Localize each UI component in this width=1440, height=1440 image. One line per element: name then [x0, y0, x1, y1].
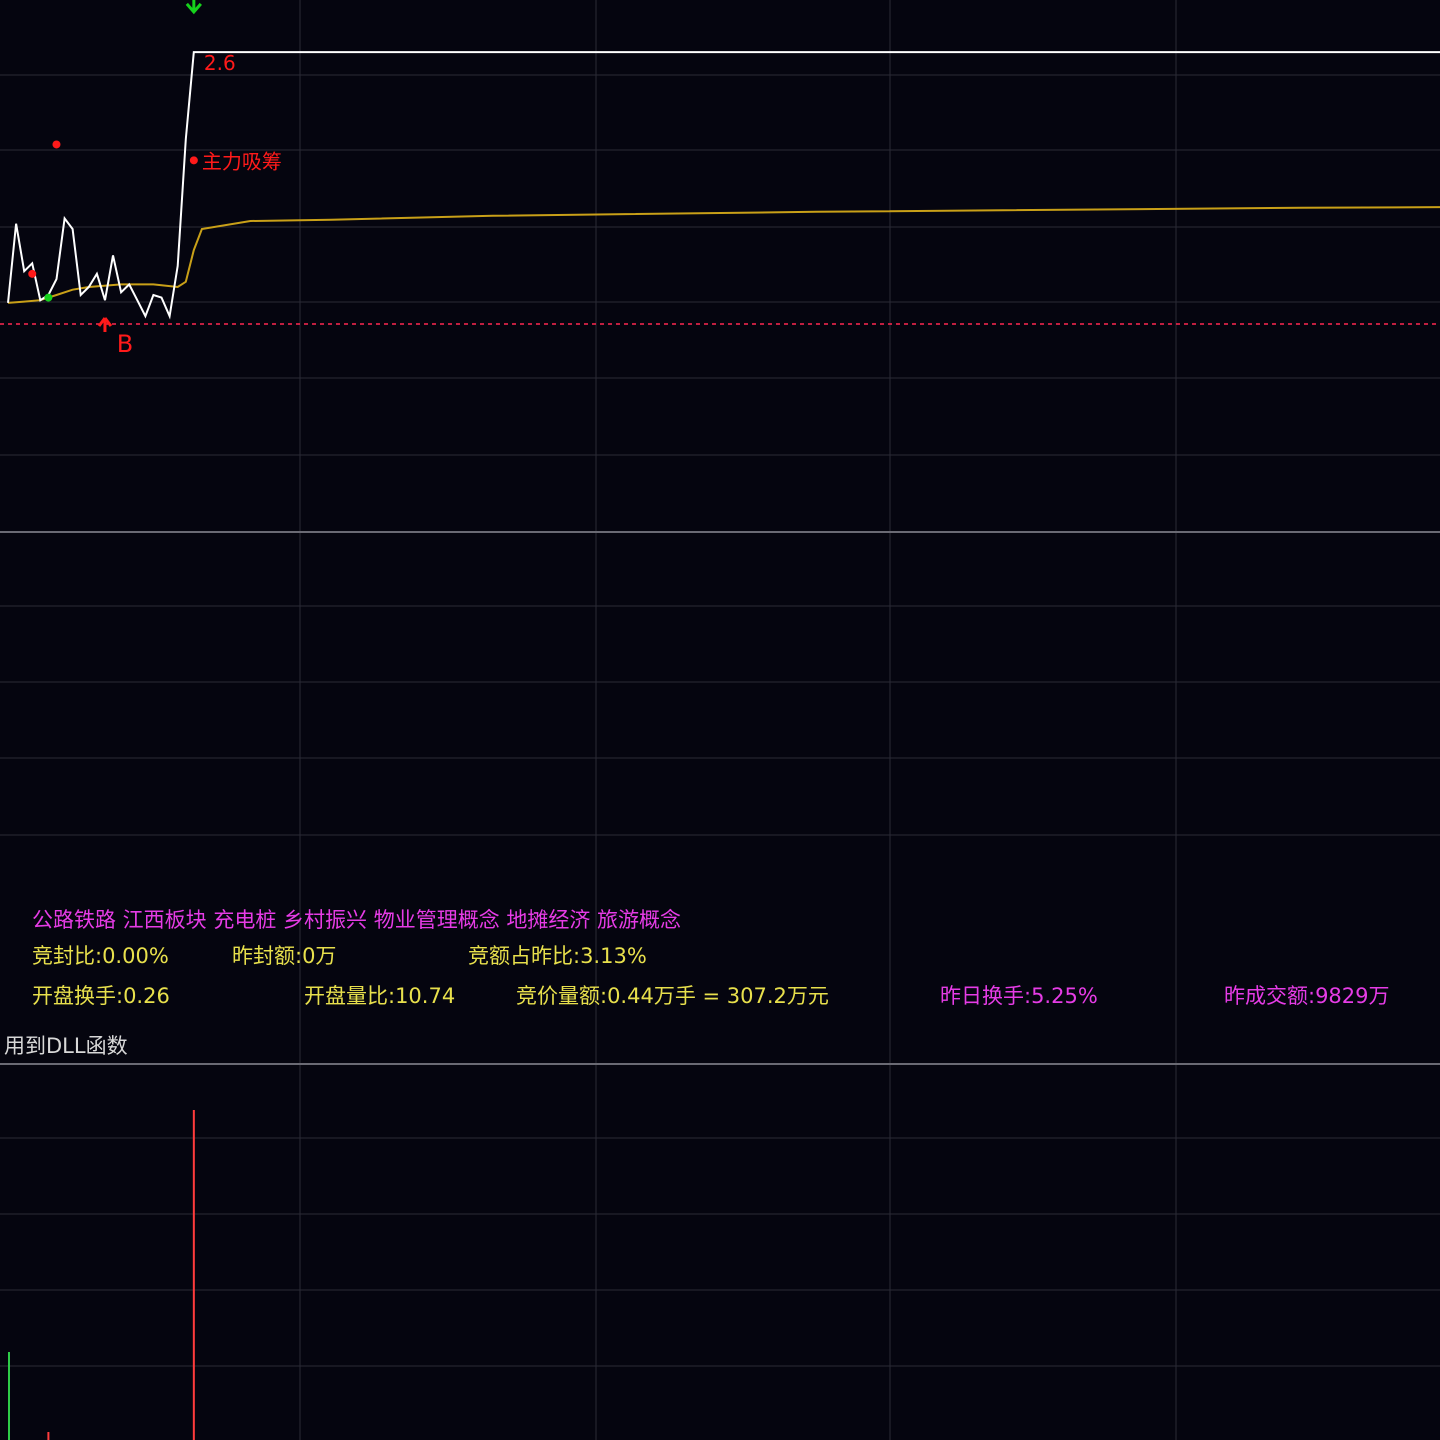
signal-label: 主力吸筹 [202, 149, 282, 173]
signal-markers: B 2.6 主力吸筹 [28, 0, 282, 358]
average-price-line [7, 206, 1440, 304]
seal-ratio: 竞封比:0.00% [32, 944, 169, 968]
concept-tags: 公路铁路 江西板块 充电桩 乡村振兴 物业管理概念 地摊经济 旅游概念 [32, 908, 682, 932]
intraday-chart[interactable]: B 2.6 主力吸筹 [0, 0, 1440, 1440]
open-turnover: 开盘换手:0.26 [32, 984, 170, 1008]
prev-seal-amount: 昨封额:0万 [232, 944, 337, 968]
sell-arrow-icon [185, 0, 202, 15]
volume-bars [8, 1110, 195, 1440]
price-series [7, 51, 1440, 320]
open-volume-ratio: 开盘量比:10.74 [304, 984, 456, 1008]
signal-dot [44, 293, 53, 302]
signal-dot [189, 156, 198, 165]
bid-volume-amount: 竞价量额:0.44万手 = 307.2万元 [516, 984, 829, 1008]
signal-dot [28, 269, 37, 278]
prev-turnover: 昨日换手:5.25% [940, 984, 1098, 1008]
buy-arrow-icon [97, 317, 113, 332]
chart-grid [0, 0, 1440, 1440]
buy-label: B [117, 330, 133, 358]
indicator-label: 用到DLL函数 [4, 1034, 128, 1058]
price-line [7, 51, 1440, 320]
average-price-series [7, 206, 1440, 304]
signal-dot [52, 140, 61, 149]
bid-ratio: 竞额占昨比:3.13% [468, 944, 647, 968]
prev-amount: 昨成交额:9829万 [1224, 984, 1390, 1008]
signal-label: 2.6 [204, 51, 236, 75]
